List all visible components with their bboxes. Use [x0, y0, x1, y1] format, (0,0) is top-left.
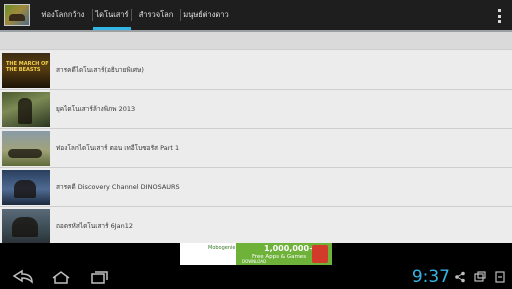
- tab-explore-earth[interactable]: สำรวจโลก: [132, 0, 180, 30]
- list-item[interactable]: ท่องโลกไดโนเสาร์ ตอน เทอีโบซอรัส Part 1: [0, 129, 512, 168]
- ad-download-label: DOWNLOAD: [242, 259, 267, 264]
- app-logo-icon[interactable]: [4, 4, 30, 26]
- list-item[interactable]: ถอดรหัสไดโนเสาร์ 6Jan12: [0, 207, 512, 243]
- content-area: THE MARCH OF THE BEASTS สารคดีไดโนเสาร์(…: [0, 32, 512, 243]
- overflow-menu-icon[interactable]: [498, 9, 502, 23]
- tab-explore-world[interactable]: ท่องโลกกว้าง: [34, 0, 92, 30]
- tab-dinosaurs[interactable]: ไดโนเสาร์: [93, 0, 131, 30]
- status-clock: 9:37: [411, 267, 450, 287]
- list-item-label: ยุคไดโนเสาร์ล้างพิภพ 2013: [56, 105, 136, 113]
- tab-label: ไดโนเสาร์: [95, 10, 129, 19]
- list-item-label: ถอดรหัสไดโนเสาร์ 6Jan12: [56, 222, 134, 230]
- share-icon[interactable]: [454, 271, 466, 283]
- video-thumbnail: [2, 131, 50, 166]
- screen-mirror-icon[interactable]: [474, 271, 486, 283]
- list-item-label: ท่องโลกไดโนเสาร์ ตอน เทอีโบซอรัส Part 1: [56, 144, 180, 152]
- home-icon[interactable]: [50, 269, 72, 285]
- video-thumbnail: [2, 209, 50, 243]
- ad-banner[interactable]: Mobogenie 1,000,000+ Free Apps & Games D…: [180, 243, 332, 265]
- video-thumbnail: [2, 92, 50, 127]
- tab-label: ท่องโลกกว้าง: [41, 10, 85, 19]
- tab-aliens[interactable]: มนุษย์ต่างดาว: [181, 0, 231, 30]
- action-bar: ท่องโลกกว้าง ไดโนเสาร์ สำรวจโลก มนุษย์ต่…: [0, 0, 512, 30]
- ad-count: 1,000,000+: [264, 244, 316, 253]
- ad-brand: Mobogenie: [208, 245, 236, 251]
- system-nav-bar: 9:37: [0, 265, 512, 289]
- list-header-strip: [0, 32, 512, 50]
- list-item-label: สารคดีไดโนเสาร์(อธิบายพิเศษ): [56, 66, 144, 74]
- video-thumbnail: [2, 170, 50, 205]
- app-screen: ท่องโลกกว้าง ไดโนเสาร์ สำรวจโลก มนุษย์ต่…: [0, 0, 512, 289]
- list-item[interactable]: ยุคไดโนเสาร์ล้างพิภพ 2013: [0, 90, 512, 129]
- screen-rotate-icon[interactable]: [494, 271, 506, 283]
- tab-label: มนุษย์ต่างดาว: [183, 10, 229, 19]
- recent-apps-icon[interactable]: [88, 269, 110, 285]
- thumbnail-title: THE MARCH OF THE BEASTS: [6, 61, 49, 73]
- list-item[interactable]: THE MARCH OF THE BEASTS สารคดีไดโนเสาร์(…: [0, 51, 512, 90]
- video-thumbnail: THE MARCH OF THE BEASTS: [2, 53, 50, 88]
- tab-label: สำรวจโลก: [138, 10, 174, 19]
- list-item[interactable]: สารคดี Discovery Channel DINOSAURS: [0, 168, 512, 207]
- back-icon[interactable]: [12, 269, 34, 285]
- gift-icon: [312, 245, 328, 263]
- list-item-label: สารคดี Discovery Channel DINOSAURS: [56, 183, 180, 191]
